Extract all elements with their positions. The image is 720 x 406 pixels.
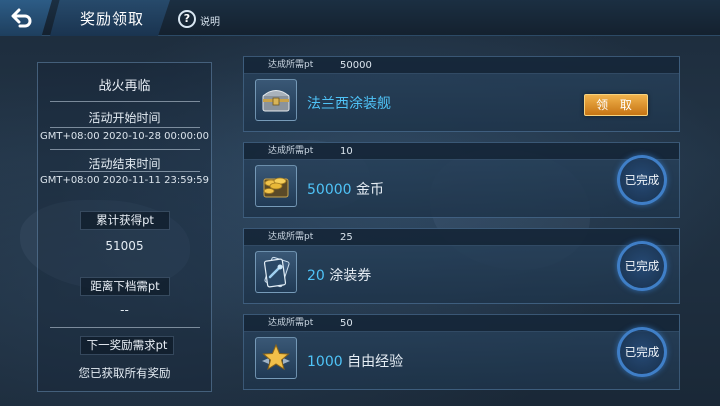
help-button[interactable]: ? 说明 bbox=[178, 9, 220, 28]
divider bbox=[50, 171, 200, 172]
requirement-bar: 达成所需pt 25 bbox=[244, 229, 679, 246]
requirement-value: 50000 bbox=[340, 60, 372, 71]
requirement-bar: 达成所需pt 10 bbox=[244, 143, 679, 160]
help-label: 说明 bbox=[200, 17, 220, 28]
next-reward-value: 您已获取所有奖励 bbox=[78, 366, 171, 380]
divider bbox=[50, 327, 200, 328]
reward-item-name: 1000 自由经验 bbox=[307, 351, 403, 371]
requirement-label: 达成所需pt bbox=[268, 232, 314, 242]
requirement-label: 达成所需pt bbox=[268, 318, 314, 328]
back-arrow-icon bbox=[11, 8, 32, 28]
reward-item-icon[interactable] bbox=[255, 251, 297, 293]
reward-item-label: 金币 bbox=[356, 182, 384, 198]
next-reward-label: 下一奖励需求pt bbox=[80, 336, 174, 355]
reward-row: 达成所需pt 10 50000 金币 已完成 bbox=[243, 142, 680, 218]
divider bbox=[50, 149, 200, 150]
reward-item-icon[interactable] bbox=[255, 337, 297, 379]
top-bar: 奖励领取 ? 说明 bbox=[0, 0, 720, 36]
requirement-bar: 达成所需pt 50000 bbox=[244, 57, 679, 74]
reward-item-name: 50000 金币 bbox=[307, 179, 384, 199]
requirement-value: 25 bbox=[340, 232, 353, 243]
divider bbox=[50, 127, 200, 128]
reward-row: 达成所需pt 50000 法兰西涂装舰 领 取 bbox=[243, 56, 680, 132]
requirement-value: 50 bbox=[340, 318, 353, 329]
end-time-label: 活动结束时间 bbox=[88, 157, 161, 171]
page-title: 奖励领取 bbox=[80, 10, 145, 28]
reward-row: 达成所需pt 25 20 涂装券 已完成 bbox=[243, 228, 680, 304]
next-tier-label: 距离下档需pt bbox=[80, 277, 170, 296]
completed-badge: 已完成 bbox=[617, 241, 667, 291]
total-pt-value: 51005 bbox=[105, 239, 144, 253]
paint-ticket-icon bbox=[263, 256, 290, 288]
reward-item-name: 20 涂装券 bbox=[307, 265, 371, 285]
total-pt-label: 累计获得pt bbox=[80, 211, 170, 230]
reward-item-name: 法兰西涂装舰 bbox=[307, 96, 391, 112]
reward-quantity: 20 bbox=[307, 268, 325, 284]
end-time-value: GMT+08:00 2020-11-11 23:59:59 bbox=[39, 175, 210, 186]
event-info-panel: 战火再临 活动开始时间 GMT+08:00 2020-10-28 00:00:0… bbox=[37, 62, 212, 392]
start-time-label: 活动开始时间 bbox=[88, 111, 161, 125]
reward-row: 达成所需pt 50 1000 自由经验 已完成 bbox=[243, 314, 680, 390]
help-icon: ? bbox=[178, 9, 196, 28]
reward-quantity: 1000 bbox=[307, 354, 343, 370]
requirement-bar: 达成所需pt 50 bbox=[244, 315, 679, 332]
reward-item-icon[interactable] bbox=[255, 165, 297, 207]
gold-coins-icon bbox=[263, 177, 289, 198]
reward-quantity: 50000 bbox=[307, 182, 352, 198]
divider bbox=[50, 101, 200, 102]
star-icon bbox=[262, 343, 290, 371]
reward-item-label: 自由经验 bbox=[347, 354, 404, 370]
completed-badge: 已完成 bbox=[617, 327, 667, 377]
chest-icon bbox=[262, 90, 290, 112]
event-name: 战火再临 bbox=[98, 79, 151, 94]
claim-button[interactable]: 领 取 bbox=[584, 94, 648, 116]
completed-badge: 已完成 bbox=[617, 155, 667, 205]
start-time-value: GMT+08:00 2020-10-28 00:00:00 bbox=[39, 131, 210, 142]
back-button[interactable] bbox=[0, 0, 52, 36]
reward-item-icon[interactable] bbox=[255, 79, 297, 121]
requirement-value: 10 bbox=[340, 146, 353, 157]
reward-item-label: 涂装券 bbox=[329, 268, 372, 284]
requirement-label: 达成所需pt bbox=[268, 60, 314, 70]
requirement-label: 达成所需pt bbox=[268, 146, 314, 156]
next-tier-value: -- bbox=[120, 303, 129, 317]
